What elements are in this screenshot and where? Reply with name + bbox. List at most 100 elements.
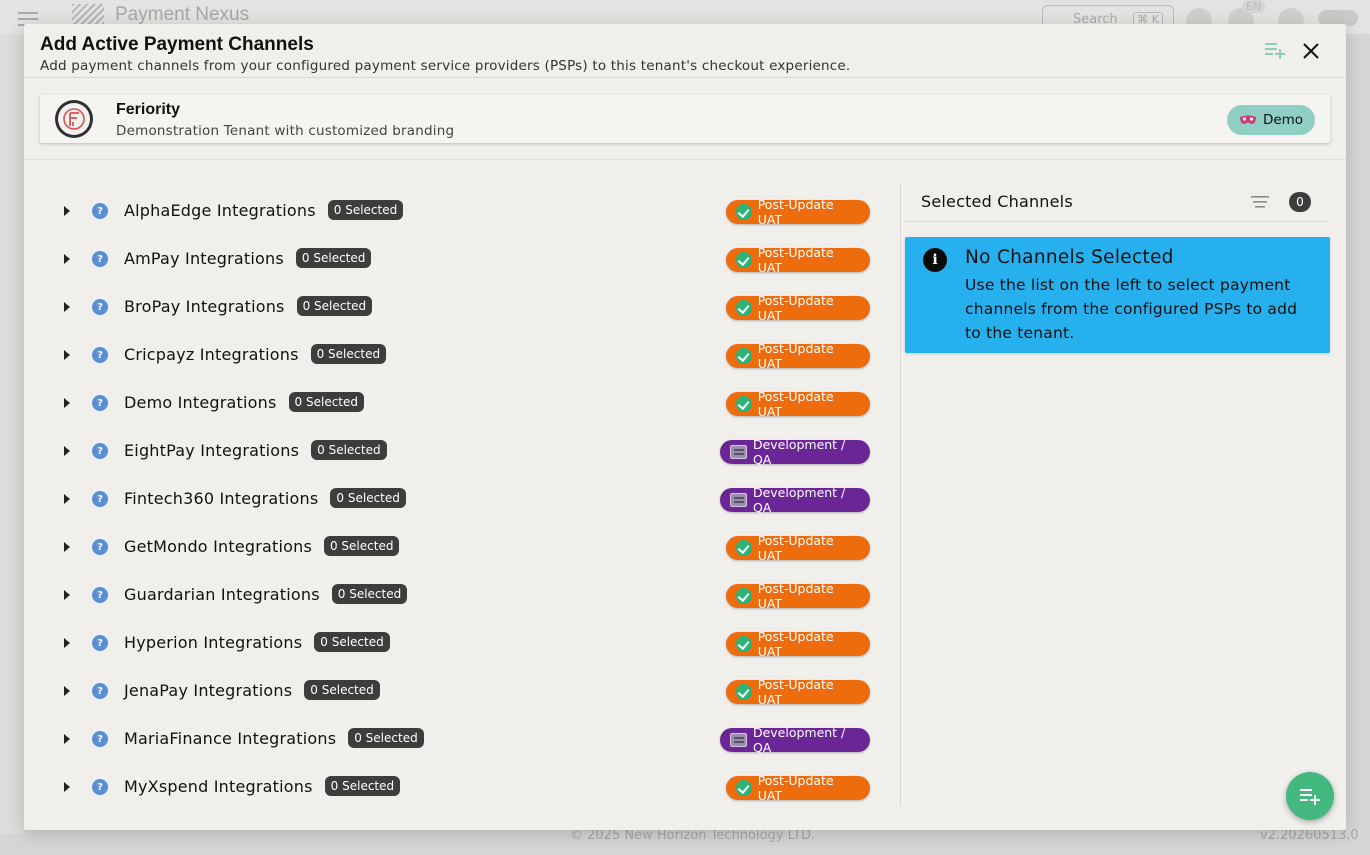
expand-caret-icon[interactable] — [64, 302, 70, 312]
psp-row[interactable]: ? Hyperion Integrations 0 Selected Post-Upd… — [40, 620, 876, 668]
expand-caret-icon[interactable] — [64, 398, 70, 408]
check-badge-icon — [736, 588, 752, 604]
psp-row[interactable]: ? BroPay Integrations 0 Selected Post-Updat… — [40, 284, 876, 332]
help-icon[interactable]: ? — [92, 299, 108, 315]
tenant-name: Feriority — [116, 101, 181, 118]
app-sidebar — [0, 34, 24, 834]
brand-logo — [72, 4, 104, 26]
psp-row[interactable]: ? EightPay Integrations 0 Selected Developm… — [40, 428, 876, 476]
server-icon — [730, 733, 747, 747]
expand-caret-icon[interactable] — [64, 350, 70, 360]
expand-caret-icon[interactable] — [64, 206, 70, 216]
expand-caret-icon[interactable] — [64, 590, 70, 600]
environment-label: Post-Update UAT — [757, 629, 834, 659]
playlist-add-icon[interactable] — [1264, 40, 1286, 60]
help-icon[interactable]: ? — [92, 683, 108, 699]
psp-row[interactable]: ? AlphaEdge Integrations 0 Selected Post-Up… — [40, 188, 876, 236]
selected-count-chip: 0 Selected — [295, 248, 372, 268]
check-badge-icon — [736, 780, 752, 796]
psp-name: MariaFinance Integrations — [124, 728, 337, 748]
psp-row[interactable]: ? MyXspend Integrations 0 Selected Post-Upd… — [40, 764, 876, 812]
section-divider — [24, 159, 1346, 160]
environment-label: Post-Update UAT — [757, 677, 834, 707]
expand-caret-icon[interactable] — [64, 446, 70, 456]
expand-caret-icon[interactable] — [64, 494, 70, 504]
environment-chip: Post-Update UAT — [726, 389, 870, 419]
check-badge-icon — [736, 540, 752, 556]
help-icon[interactable]: ? — [92, 635, 108, 651]
sort-icon[interactable] — [1251, 195, 1269, 209]
help-icon[interactable]: ? — [92, 251, 108, 267]
selected-count-chip: 0 Selected — [324, 776, 401, 796]
add-payment-channels-dialog: Add Active Payment Channels Add payment … — [24, 24, 1346, 830]
server-icon — [730, 493, 747, 507]
no-channels-alert: i No Channels Selected Use the list on t… — [905, 237, 1330, 353]
tenant-card: Feriority Demonstration Tenant with cust… — [40, 95, 1330, 143]
psp-row[interactable]: ? Fintech360 Integrations 0 Selected Develo… — [40, 476, 876, 524]
environment-chip: Development / QA — [720, 485, 870, 515]
environment-chip: Development / QA — [720, 725, 870, 755]
dialog-header: Add Active Payment Channels Add payment … — [24, 24, 1346, 78]
environment-chip: Post-Update UAT — [726, 245, 870, 275]
help-icon[interactable]: ? — [92, 587, 108, 603]
environment-chip: Post-Update UAT — [726, 773, 870, 803]
selected-count-chip: 0 Selected — [311, 440, 387, 460]
selected-count-badge: 0 — [1289, 192, 1311, 212]
environment-chip: Post-Update UAT — [726, 629, 870, 659]
panel-header-divider — [905, 221, 1330, 222]
environment-label: Post-Update UAT — [757, 773, 834, 803]
help-icon[interactable]: ? — [92, 443, 108, 459]
demo-chip-label: Demo — [1262, 112, 1304, 128]
psp-name: Hyperion Integrations — [124, 632, 303, 652]
environment-chip: Post-Update UAT — [726, 293, 870, 323]
close-button[interactable] — [1298, 38, 1324, 64]
expand-caret-icon[interactable] — [64, 686, 70, 696]
check-badge-icon — [736, 348, 752, 364]
psp-row[interactable]: ? JenaPay Integrations 0 Selected Post-Upda… — [40, 668, 876, 716]
psp-row[interactable]: ? GetMondo Integrations 0 Selected Post-Upd… — [40, 524, 876, 572]
expand-caret-icon[interactable] — [64, 542, 70, 552]
demo-chip[interactable]: Demo — [1227, 105, 1315, 135]
feriority-logo-icon — [63, 108, 85, 130]
environment-label: Post-Update UAT — [757, 341, 834, 371]
help-icon[interactable]: ? — [92, 731, 108, 747]
help-icon[interactable]: ? — [92, 779, 108, 795]
selected-count-chip: 0 Selected — [330, 488, 406, 508]
check-badge-icon — [736, 204, 752, 220]
help-icon[interactable]: ? — [92, 347, 108, 363]
expand-caret-icon[interactable] — [64, 254, 70, 264]
help-icon[interactable]: ? — [92, 395, 108, 411]
environment-chip: Post-Update UAT — [726, 677, 870, 707]
dialog-title: Add Active Payment Channels — [40, 34, 314, 55]
close-icon — [1303, 43, 1319, 59]
expand-caret-icon[interactable] — [64, 782, 70, 792]
environment-chip: Post-Update UAT — [726, 581, 870, 611]
environment-label: Post-Update UAT — [757, 533, 834, 563]
psp-row[interactable]: ? MariaFinance Integrations 0 Selected Deve… — [40, 716, 876, 764]
psp-name: AlphaEdge Integrations — [124, 200, 316, 220]
language-badge: EN — [1242, 0, 1266, 13]
server-icon — [730, 445, 747, 459]
help-icon[interactable]: ? — [92, 203, 108, 219]
add-channels-fab[interactable] — [1286, 772, 1334, 820]
expand-caret-icon[interactable] — [64, 638, 70, 648]
expand-caret-icon[interactable] — [64, 734, 70, 744]
psp-row[interactable]: ? Guardarian Integrations 0 Selected Post-U… — [40, 572, 876, 620]
help-icon[interactable]: ? — [92, 539, 108, 555]
selected-count-chip: 0 Selected — [304, 680, 380, 700]
help-icon[interactable]: ? — [92, 491, 108, 507]
psp-row[interactable]: ? Cricpayz Integrations 0 Selected Post-Upd… — [40, 332, 876, 380]
selected-channels-title: Selected Channels — [921, 192, 1073, 211]
psp-name: Fintech360 Integrations — [124, 488, 319, 508]
environment-label: Post-Update UAT — [757, 245, 834, 275]
psp-row[interactable]: ? Demo Integrations 0 Selected Post-Update … — [40, 380, 876, 428]
psp-name: Guardarian Integrations — [124, 584, 320, 604]
selected-count-chip: 0 Selected — [310, 344, 387, 364]
environment-chip: Post-Update UAT — [726, 197, 870, 227]
environment-label: Post-Update UAT — [757, 293, 834, 323]
psp-row[interactable]: ? AmPay Integrations 0 Selected Post-Update… — [40, 236, 876, 284]
psp-name: EightPay Integrations — [124, 440, 300, 460]
psp-name: MyXspend Integrations — [124, 776, 313, 796]
playlist-add-icon — [1300, 789, 1320, 805]
mask-icon — [1239, 115, 1256, 124]
